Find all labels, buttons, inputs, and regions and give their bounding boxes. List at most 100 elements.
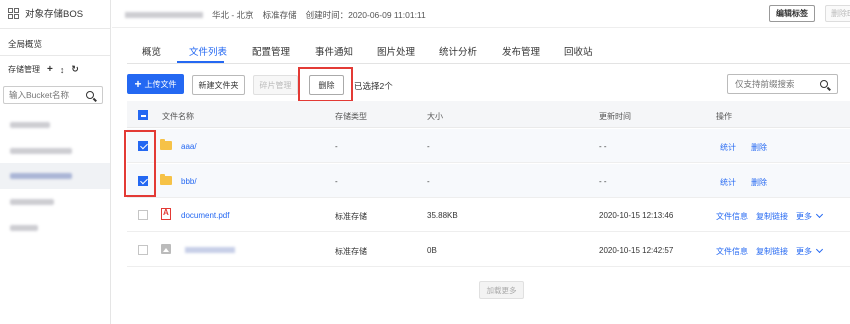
load-more-button[interactable]: 加载更多	[479, 281, 524, 299]
bucket-item[interactable]	[0, 112, 110, 138]
chevron-down-icon	[815, 210, 824, 219]
bucket-item[interactable]	[0, 138, 110, 164]
prefix-search-input[interactable]	[735, 79, 820, 89]
more-dropdown[interactable]: 更多	[796, 210, 824, 222]
storage-type: -	[335, 142, 338, 151]
header-actions: 操作	[716, 112, 732, 121]
updated-time: 2020-10-15 12:42:57	[599, 246, 674, 255]
folder-icon	[160, 174, 172, 185]
upload-label: 上传文件	[144, 79, 177, 89]
selected-count: 已选择2个	[354, 81, 393, 91]
region-text: 华北 - 北京	[212, 10, 254, 20]
tab-statistics[interactable]: 统计分析	[439, 44, 477, 58]
sort-icon[interactable]: ↕	[60, 65, 65, 75]
app: 对象存储BOS 全局概览 存储管理 + ↕ ↻ 输入Bucket名称 华北 - …	[0, 0, 850, 324]
storage-type: -	[335, 177, 338, 186]
active-tab-indicator	[177, 61, 224, 63]
divider	[0, 28, 110, 29]
image-file-icon	[161, 244, 171, 254]
table-row: 标准存储 0B 2020-10-15 12:42:57 文件信息 复制链接 更多	[127, 233, 850, 267]
redacted-file-name[interactable]	[185, 247, 235, 253]
storage-type: 标准存储	[335, 212, 367, 221]
bucket-item[interactable]	[0, 215, 110, 241]
bucket-search-box	[3, 86, 103, 104]
tab-overview[interactable]: 概览	[142, 44, 161, 58]
new-folder-button[interactable]: 新建文件夹	[192, 75, 245, 95]
file-name-link[interactable]: document.pdf	[181, 211, 229, 220]
storage-type: 标准存储	[335, 247, 367, 256]
select-all-checkbox[interactable]	[138, 110, 148, 120]
add-icon[interactable]: +	[47, 64, 53, 75]
tab-file-list[interactable]: 文件列表	[189, 44, 227, 58]
refresh-icon[interactable]: ↻	[71, 64, 79, 75]
table-row: aaa/ - - - - 统计 删除	[127, 129, 850, 163]
delete-link[interactable]: 删除	[751, 177, 767, 188]
sidebar: 对象存储BOS 全局概览 存储管理 + ↕ ↻	[0, 0, 111, 324]
file-size: -	[427, 142, 430, 151]
tab-recycle-bin[interactable]: 回收站	[564, 44, 593, 58]
tab-image-processing[interactable]: 图片处理	[377, 44, 415, 58]
plus-icon: +	[134, 77, 142, 91]
tab-publish[interactable]: 发布管理	[502, 44, 540, 58]
created-time-text: 创建时间：2020-06-09 11:01:11	[305, 10, 426, 20]
upload-button[interactable]: + 上传文件	[127, 74, 184, 94]
stats-link[interactable]: 统计	[720, 142, 736, 153]
table-header: 文件名称 存储类型 大小 更新时间 操作	[127, 101, 850, 128]
updated-time: - -	[599, 142, 607, 151]
folder-icon	[160, 139, 172, 150]
search-icon[interactable]	[820, 80, 828, 88]
storage-label: 存储管理	[8, 65, 40, 74]
storage-class-text: 标准存储	[262, 10, 297, 20]
bucket-info-bar: 华北 - 北京 标准存储 创建时间：2020-06-09 11:01:11 编辑…	[112, 0, 850, 28]
header-name: 文件名称	[162, 112, 194, 121]
redacted-bucket-name	[10, 199, 54, 205]
divider	[0, 55, 110, 56]
prefix-search-box	[727, 74, 838, 94]
bucket-item-active[interactable]	[0, 163, 110, 189]
row-checkbox[interactable]	[138, 245, 148, 255]
updated-time: - -	[599, 177, 607, 186]
row-checkbox[interactable]	[138, 210, 148, 220]
sidebar-item-overview[interactable]: 全局概览	[8, 38, 42, 50]
header-storage-type: 存储类型	[335, 112, 367, 121]
sidebar-item-storage: 存储管理 + ↕ ↻	[8, 64, 79, 75]
redacted-bucket-title	[125, 12, 203, 18]
search-icon[interactable]	[86, 91, 94, 99]
copy-link[interactable]: 复制链接	[756, 246, 788, 257]
updated-time: 2020-10-15 12:13:46	[599, 211, 674, 220]
redacted-bucket-name	[10, 148, 72, 154]
edit-tag-button[interactable]: 编辑标签	[769, 5, 815, 22]
tab-bar: 概览 文件列表 配置管理 事件通知 图片处理 统计分析 发布管理 回收站	[127, 36, 850, 64]
file-name-link[interactable]: bbb/	[181, 177, 197, 186]
pdf-icon	[161, 208, 171, 220]
copy-link[interactable]: 复制链接	[756, 211, 788, 222]
delete-link[interactable]: 删除	[751, 142, 767, 153]
header-updated-time: 更新时间	[599, 112, 631, 121]
file-info-link[interactable]: 文件信息	[716, 246, 748, 257]
file-name-link[interactable]: aaa/	[181, 142, 197, 151]
table-row: bbb/ - - - - 统计 删除	[127, 164, 850, 198]
more-dropdown[interactable]: 更多	[796, 245, 824, 257]
redacted-bucket-name	[10, 122, 50, 128]
highlight-box-delete	[298, 67, 353, 102]
bucket-search-input[interactable]	[9, 90, 89, 100]
redacted-bucket-name	[10, 225, 38, 231]
sidebar-title: 对象存储BOS	[8, 6, 83, 20]
fragment-management-button[interactable]: 碎片管理	[253, 75, 298, 95]
stats-link[interactable]: 统计	[720, 177, 736, 188]
tab-config[interactable]: 配置管理	[252, 44, 290, 58]
redacted-bucket-name	[10, 173, 72, 179]
table-row: document.pdf 标准存储 35.88KB 2020-10-15 12:…	[127, 198, 850, 232]
chevron-down-icon	[815, 245, 824, 254]
tab-events[interactable]: 事件通知	[315, 44, 353, 58]
file-size: -	[427, 177, 430, 186]
grid-icon	[8, 7, 19, 19]
bucket-info: 华北 - 北京 标准存储 创建时间：2020-06-09 11:01:11	[125, 9, 426, 21]
header-size: 大小	[427, 112, 443, 121]
bucket-item[interactable]	[0, 189, 110, 215]
sidebar-title-text: 对象存储BOS	[25, 9, 84, 20]
delete-bucket-button[interactable]: 删除B	[825, 5, 850, 22]
file-size: 35.88KB	[427, 211, 458, 220]
file-size: 0B	[427, 246, 437, 255]
file-info-link[interactable]: 文件信息	[716, 211, 748, 222]
